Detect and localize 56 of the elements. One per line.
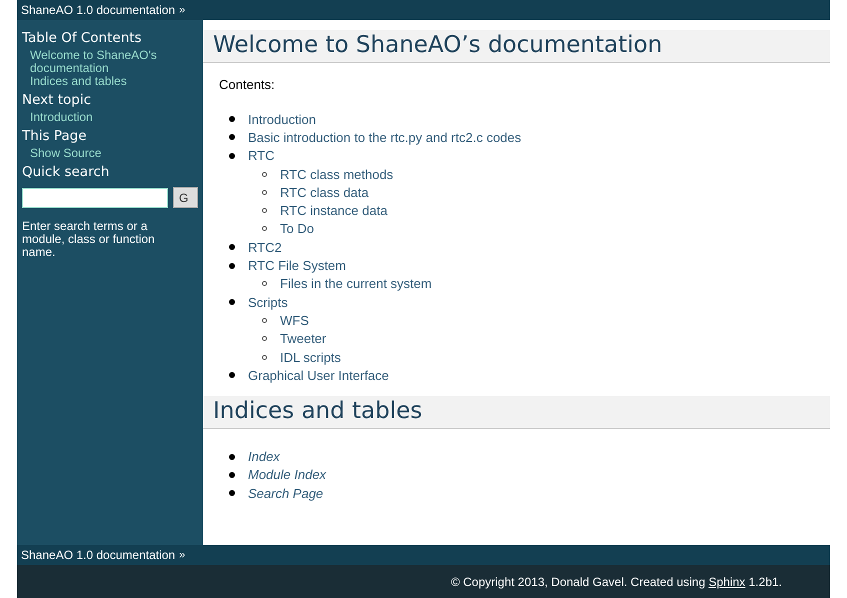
section-heading: Indices and tables [203, 396, 830, 430]
bullet-icon [262, 281, 267, 286]
breadcrumb-arrow: » [179, 4, 186, 16]
toc-link[interactable]: Index [248, 449, 280, 464]
toc-link[interactable]: Basic introduction to the rtc.py and rtc2.c codes [248, 130, 522, 145]
bullet-icon [262, 208, 267, 214]
contents-label: Contents: [219, 77, 276, 92]
bullet-icon [229, 244, 235, 250]
bullet-icon [229, 262, 235, 269]
bullet-icon [229, 472, 235, 478]
bullet-icon [229, 152, 235, 159]
bullet-icon [229, 372, 235, 378]
toc-link[interactable]: To Do [280, 221, 314, 236]
toc-link[interactable]: Scripts [248, 294, 288, 310]
copyright-text: © Copyright 2013, Donald Gavel. Created using Sphinx 1.2b1. [450, 574, 782, 588]
sidebar-link[interactable]: Introduction [30, 111, 180, 124]
bullet-icon [262, 336, 267, 342]
bullet-icon [262, 226, 267, 232]
toc-link[interactable]: RTC class data [280, 184, 369, 200]
sidebar-heading: Next topic [22, 92, 92, 108]
toc-link[interactable]: Tweeter [280, 331, 326, 346]
toc-link[interactable]: Module Index [248, 467, 326, 482]
sidebar-heading: This Page [22, 128, 87, 144]
toc-link[interactable]: Graphical User Interface [248, 368, 389, 383]
search-hint: Enter search terms or a module, class or function name. [22, 220, 156, 259]
bullet-icon [229, 490, 235, 496]
sphinx-link[interactable]: Sphinx [708, 574, 746, 588]
toc-link[interactable]: Search Page [248, 486, 324, 501]
section-heading: Welcome to ShaneAO’s documentation [203, 30, 830, 63]
bullet-icon [229, 454, 235, 460]
toc-link[interactable]: RTC [248, 148, 274, 164]
sidebar-heading: Table Of Contents [22, 30, 142, 46]
bullet-icon [229, 134, 235, 140]
sidebar-heading: Quick search [22, 164, 110, 180]
toc-link[interactable]: RTC File System [248, 258, 346, 274]
bullet-icon [262, 190, 267, 195]
go-button[interactable]: G [173, 187, 198, 208]
sidebar-link[interactable]: Welcome to ShaneAO's documentation [30, 49, 180, 75]
toc-link[interactable]: RTC instance data [280, 203, 388, 218]
sidebar-link[interactable]: Show Source [30, 147, 180, 160]
bullet-icon [262, 354, 267, 360]
docs-link[interactable]: ShaneAO 1.0 documentation [21, 548, 176, 562]
toc-link[interactable]: Introduction [248, 112, 316, 127]
search-field[interactable] [22, 188, 168, 208]
breadcrumb-arrow: » [179, 549, 186, 561]
toc-link[interactable]: IDL scripts [280, 350, 341, 364]
bullet-icon [229, 299, 235, 306]
toc-link[interactable]: RTC class methods [280, 166, 394, 182]
toc-link[interactable]: RTC2 [248, 240, 282, 255]
toc-link[interactable]: Files in the current system [280, 276, 432, 292]
docs-link[interactable]: ShaneAO 1.0 documentation [21, 3, 176, 17]
bullet-icon [262, 318, 267, 323]
sidebar-link[interactable]: Indices and tables [30, 75, 180, 88]
bullet-icon [262, 172, 267, 177]
bullet-icon [229, 116, 235, 122]
toc-link[interactable]: WFS [280, 312, 309, 328]
